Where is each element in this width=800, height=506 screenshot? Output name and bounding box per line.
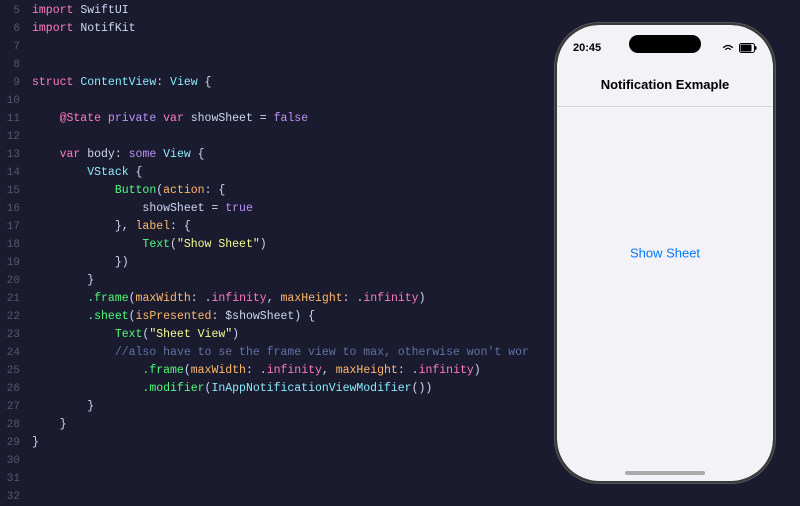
line-content: .frame(maxWidth: .infinity, maxHeight: .… <box>32 292 425 305</box>
phone-screen: 20:45 <box>557 25 773 481</box>
code-line: 7 <box>0 40 530 58</box>
line-number: 24 <box>0 347 32 359</box>
line-content <box>32 454 39 467</box>
line-number: 20 <box>0 275 32 287</box>
line-number: 9 <box>0 77 32 89</box>
show-sheet-button[interactable]: Show Sheet <box>630 246 700 261</box>
line-content: VStack { <box>32 166 142 179</box>
home-indicator <box>625 471 705 475</box>
code-line: 29} <box>0 436 530 454</box>
line-number: 23 <box>0 329 32 341</box>
code-line: 16 showSheet = true <box>0 202 530 220</box>
line-content: var body: some View { <box>32 148 205 161</box>
line-content: Button(action: { <box>32 184 225 197</box>
line-content: Text("Show Sheet") <box>32 238 267 251</box>
code-line: 14 VStack { <box>0 166 530 184</box>
line-content: @State private var showSheet = false <box>32 112 308 125</box>
line-content: showSheet = true <box>32 202 253 215</box>
line-number: 6 <box>0 23 32 35</box>
line-content <box>32 472 39 485</box>
code-line: 28 } <box>0 418 530 436</box>
phone-preview: 20:45 <box>530 0 800 506</box>
code-line: 11 @State private var showSheet = false <box>0 112 530 130</box>
line-content: //also have to se the frame view to max,… <box>32 346 530 359</box>
code-line: 8 <box>0 58 530 76</box>
line-number: 5 <box>0 5 32 17</box>
line-number: 16 <box>0 203 32 215</box>
line-number: 27 <box>0 401 32 413</box>
code-line: 32 <box>0 490 530 506</box>
code-line: 19 }) <box>0 256 530 274</box>
line-number: 11 <box>0 113 32 125</box>
code-line: 17 }, label: { <box>0 220 530 238</box>
navigation-bar: Notification Exmaple <box>557 63 773 107</box>
line-content <box>32 40 39 53</box>
status-time: 20:45 <box>573 42 601 54</box>
line-number: 25 <box>0 365 32 377</box>
line-content: .modifier(InAppNotificationViewModifier(… <box>32 382 432 395</box>
line-number: 15 <box>0 185 32 197</box>
line-content: import SwiftUI <box>32 4 129 17</box>
code-line: 12 <box>0 130 530 148</box>
code-line: 30 <box>0 454 530 472</box>
code-line: 25 .frame(maxWidth: .infinity, maxHeight… <box>0 364 530 382</box>
line-number: 28 <box>0 419 32 431</box>
line-number: 17 <box>0 221 32 233</box>
line-number: 13 <box>0 149 32 161</box>
line-number: 29 <box>0 437 32 449</box>
code-line: 22 .sheet(isPresented: $showSheet) { <box>0 310 530 328</box>
line-content: } <box>32 418 67 431</box>
status-icons <box>721 43 757 53</box>
code-editor: 5import SwiftUI6import NotifKit7 8 9stru… <box>0 0 530 506</box>
line-content: } <box>32 436 39 449</box>
dynamic-island <box>629 35 701 53</box>
line-content <box>32 58 39 71</box>
battery-icon <box>739 43 757 53</box>
line-content <box>32 94 39 107</box>
line-content: Text("Sheet View") <box>32 328 239 341</box>
line-content: } <box>32 274 94 287</box>
code-line: 9struct ContentView: View { <box>0 76 530 94</box>
code-line: 18 Text("Show Sheet") <box>0 238 530 256</box>
line-number: 22 <box>0 311 32 323</box>
line-content: }, label: { <box>32 220 191 233</box>
code-line: 26 .modifier(InAppNotificationViewModifi… <box>0 382 530 400</box>
code-line: 5import SwiftUI <box>0 4 530 22</box>
code-line: 21 .frame(maxWidth: .infinity, maxHeight… <box>0 292 530 310</box>
code-line: 10 <box>0 94 530 112</box>
wifi-icon <box>721 43 735 53</box>
line-content: struct ContentView: View { <box>32 76 211 89</box>
line-content: import NotifKit <box>32 22 136 35</box>
code-line: 31 <box>0 472 530 490</box>
line-content <box>32 490 39 503</box>
line-number: 12 <box>0 131 32 143</box>
nav-title: Notification Exmaple <box>601 77 730 92</box>
line-number: 7 <box>0 41 32 53</box>
line-content: .sheet(isPresented: $showSheet) { <box>32 310 315 323</box>
code-line: 13 var body: some View { <box>0 148 530 166</box>
code-line: 6import NotifKit <box>0 22 530 40</box>
line-number: 10 <box>0 95 32 107</box>
line-content <box>32 130 39 143</box>
line-number: 19 <box>0 257 32 269</box>
line-number: 26 <box>0 383 32 395</box>
line-content: .frame(maxWidth: .infinity, maxHeight: .… <box>32 364 481 377</box>
line-number: 14 <box>0 167 32 179</box>
line-content: }) <box>32 256 129 269</box>
code-line: 15 Button(action: { <box>0 184 530 202</box>
line-number: 21 <box>0 293 32 305</box>
code-line: 24 //also have to se the frame view to m… <box>0 346 530 364</box>
line-number: 8 <box>0 59 32 71</box>
line-number: 30 <box>0 455 32 467</box>
line-content: } <box>32 400 94 413</box>
code-line: 23 Text("Sheet View") <box>0 328 530 346</box>
line-number: 32 <box>0 491 32 503</box>
line-number: 18 <box>0 239 32 251</box>
phone-frame: 20:45 <box>555 23 775 483</box>
code-line: 27 } <box>0 400 530 418</box>
code-line: 20 } <box>0 274 530 292</box>
line-number: 31 <box>0 473 32 485</box>
